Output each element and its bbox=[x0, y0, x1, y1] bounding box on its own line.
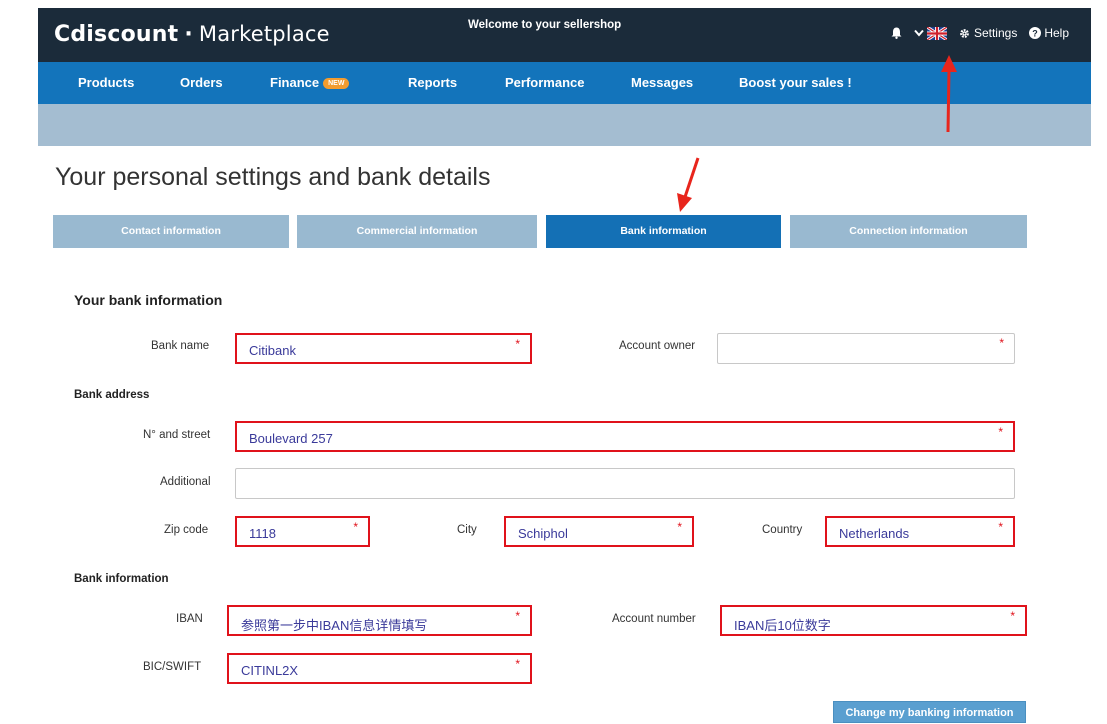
required-mark: * bbox=[998, 425, 1003, 439]
required-mark: * bbox=[998, 520, 1003, 534]
city-value: Schiphol bbox=[518, 526, 568, 541]
required-mark: * bbox=[353, 520, 358, 534]
street-label: N° and street bbox=[143, 429, 211, 441]
account-number-label: Account number bbox=[612, 613, 696, 625]
change-banking-information-button[interactable]: Change my banking information bbox=[833, 701, 1026, 723]
account-owner-field[interactable]: * bbox=[717, 333, 1015, 364]
bank-name-value: Citibank bbox=[249, 343, 296, 358]
required-mark: * bbox=[999, 336, 1004, 350]
arrow-to-bank-tab bbox=[683, 157, 700, 198]
tab-bank-information[interactable]: Bank information bbox=[546, 215, 781, 248]
city-label: City bbox=[457, 524, 477, 536]
country-label: Country bbox=[762, 524, 803, 536]
iban-value: 参照第一步中IBAN信息详情填写 bbox=[241, 618, 428, 633]
arrow-to-bank-tab-head bbox=[677, 193, 692, 212]
account-number-field[interactable]: IBAN后10位数字 * bbox=[720, 605, 1027, 636]
required-mark: * bbox=[515, 609, 520, 623]
section-title: Your bank information bbox=[74, 292, 223, 308]
bank-name-field[interactable]: Citibank * bbox=[235, 333, 532, 364]
required-mark: * bbox=[677, 520, 682, 534]
arrow-to-settings-head bbox=[941, 55, 957, 72]
arrow-to-settings bbox=[946, 69, 951, 133]
country-select[interactable]: Netherlands * bbox=[825, 516, 1015, 547]
country-value: Netherlands bbox=[839, 526, 910, 541]
page-title: Your personal settings and bank details bbox=[55, 163, 491, 191]
zip-code-value: 1118 bbox=[249, 526, 276, 541]
account-number-value: IBAN后10位数字 bbox=[734, 618, 831, 633]
bic-swift-field[interactable]: CITINL2X * bbox=[227, 653, 532, 684]
bank-information-title: Bank information bbox=[74, 573, 169, 585]
additional-label: Additional bbox=[160, 476, 211, 488]
tab-commercial-information[interactable]: Commercial information bbox=[297, 215, 537, 248]
zip-code-field[interactable]: 1118 * bbox=[235, 516, 370, 547]
required-mark: * bbox=[515, 337, 520, 351]
street-field[interactable]: Boulevard 257 * bbox=[235, 421, 1015, 452]
bank-address-title: Bank address bbox=[74, 389, 150, 401]
bic-swift-label: BIC/SWIFT bbox=[143, 661, 202, 673]
additional-field[interactable] bbox=[235, 468, 1015, 499]
account-owner-label: Account owner bbox=[619, 340, 696, 352]
iban-field[interactable]: 参照第一步中IBAN信息详情填写 * bbox=[227, 605, 532, 636]
tab-contact-information[interactable]: Contact information bbox=[53, 215, 289, 248]
bic-swift-value: CITINL2X bbox=[241, 663, 299, 678]
iban-label: IBAN bbox=[176, 613, 203, 625]
street-value: Boulevard 257 bbox=[249, 431, 333, 446]
required-mark: * bbox=[1010, 609, 1015, 623]
required-mark: * bbox=[515, 657, 520, 671]
tab-connection-information[interactable]: Connection information bbox=[790, 215, 1027, 248]
bank-name-label: Bank name bbox=[151, 340, 210, 352]
zip-code-label: Zip code bbox=[164, 524, 209, 536]
city-field[interactable]: Schiphol * bbox=[504, 516, 694, 547]
